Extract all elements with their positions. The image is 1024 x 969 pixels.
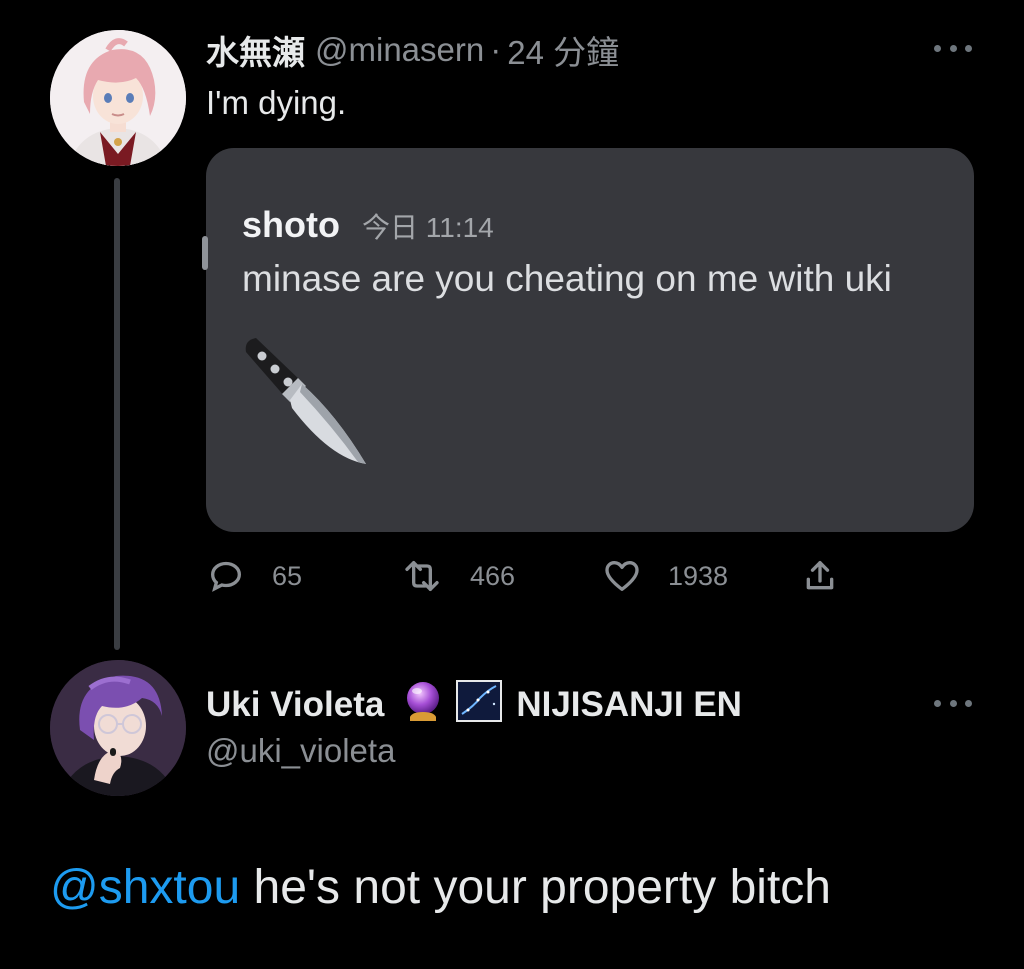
knife-emoji-icon (240, 334, 372, 470)
avatar-minase[interactable] (50, 30, 186, 166)
heart-icon (605, 561, 639, 591)
crystal-ball-icon (402, 679, 444, 732)
retweet-count: 466 (470, 560, 516, 591)
like-button[interactable]: 1938 (602, 556, 728, 596)
retweet-icon (405, 561, 439, 591)
reply-button[interactable]: 65 (206, 556, 302, 596)
more-options-icon[interactable] (934, 697, 972, 709)
reply-icon (210, 561, 242, 592)
avatar-edge-fragment (202, 236, 208, 270)
author-handle[interactable]: @minasern (315, 31, 484, 69)
reply-text: @shxtou he's not your property bitch (50, 860, 831, 915)
header-separator: · (490, 31, 502, 68)
share-icon (806, 561, 834, 590)
embed-timestamp: 今日 11:14 (361, 212, 494, 243)
affiliate-badge-icon[interactable] (456, 679, 503, 731)
reply-handle[interactable]: @uki_violeta (206, 732, 395, 770)
reply-display-name[interactable]: Uki Violeta (206, 685, 384, 725)
embed-message-text: minase are you cheating on me with uki (242, 258, 892, 299)
tweet-timestamp[interactable]: 24 分鐘 (507, 26, 619, 74)
embed-username: shoto (242, 204, 340, 245)
embed-message-header: shoto 今日 11:14 (242, 204, 494, 246)
tweet-text: I'm dying. (206, 84, 347, 121)
reply-count: 65 (272, 560, 303, 591)
reply-header: Uki Violeta NIJISANJI EN (206, 679, 742, 731)
more-options-icon[interactable] (934, 42, 972, 54)
affiliation-label[interactable]: NIJISANJI EN (516, 685, 742, 725)
reply-body: he's not your property bitch (240, 861, 831, 914)
share-button[interactable] (800, 556, 840, 596)
like-count: 1938 (668, 560, 729, 591)
author-display-name[interactable]: 水無瀬 (206, 26, 305, 74)
retweet-button[interactable]: 466 (400, 556, 515, 596)
tweet-header: 水無瀬 @minasern · 24 分鐘 (206, 28, 619, 72)
avatar-uki[interactable] (50, 660, 186, 796)
thread-line (114, 178, 120, 650)
mention-link[interactable]: @shxtou (50, 861, 240, 914)
